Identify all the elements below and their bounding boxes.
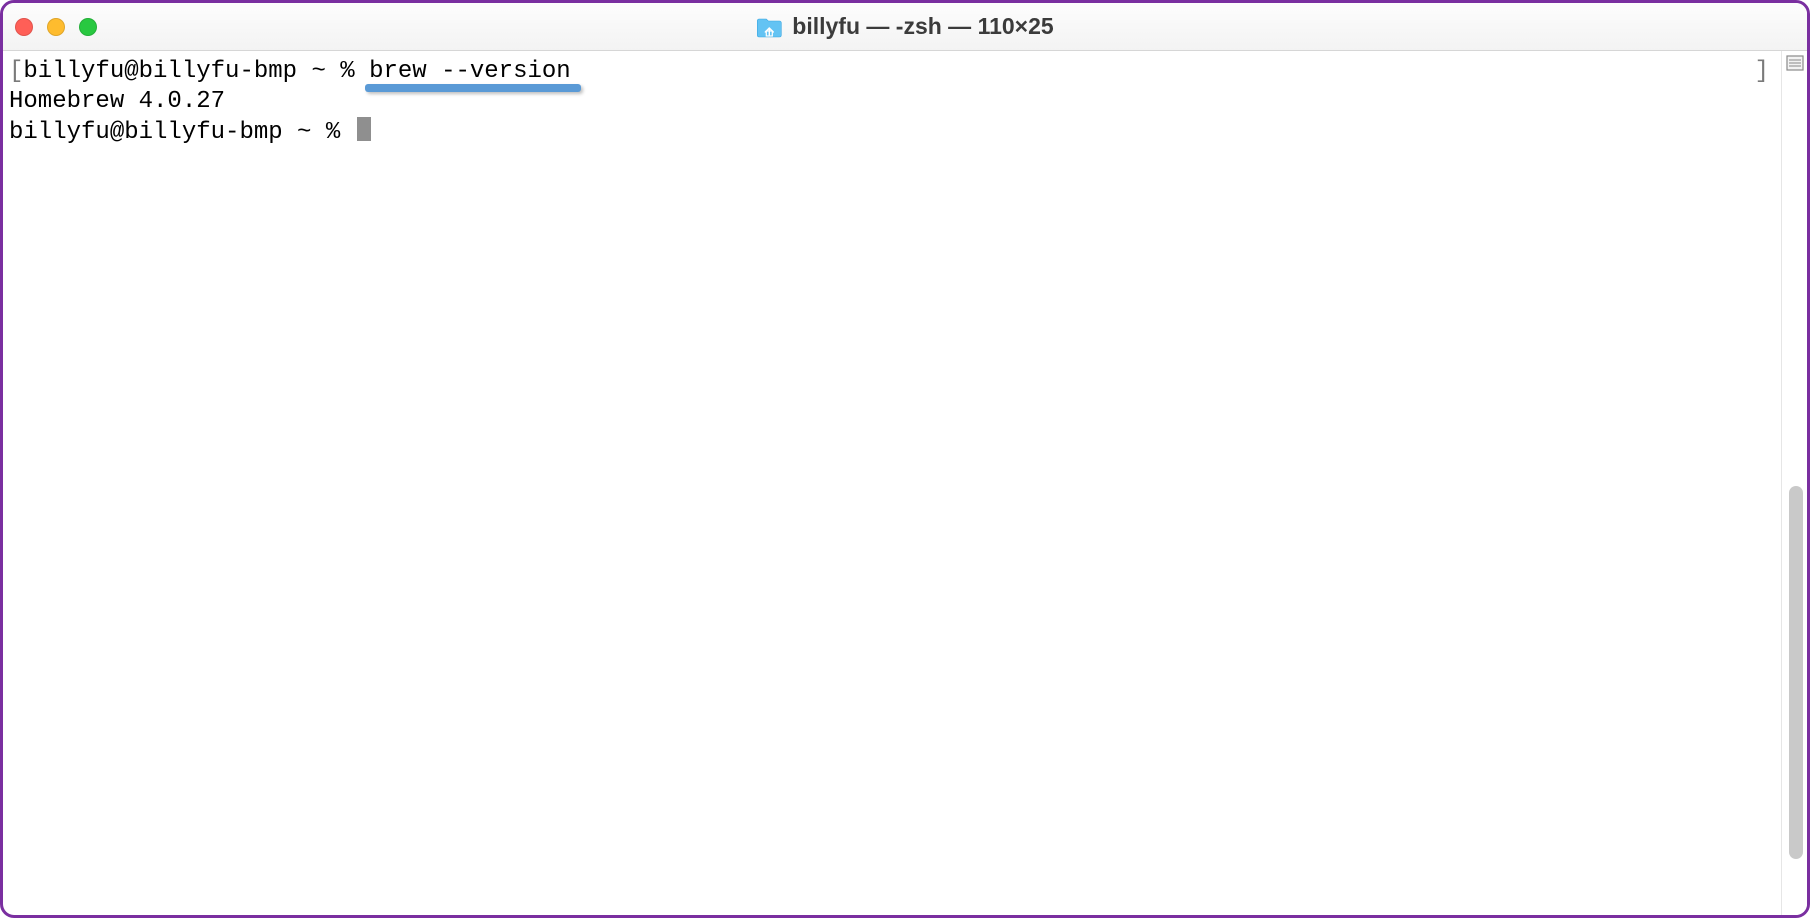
shell-command: brew --version bbox=[369, 58, 571, 85]
close-button[interactable] bbox=[15, 18, 33, 36]
terminal-window: billyfu — -zsh — 110×25 [billyfu@billyfu… bbox=[0, 0, 1810, 918]
shell-output-text: Homebrew 4.0.27 bbox=[9, 88, 225, 115]
scrollbar-thumb[interactable] bbox=[1789, 486, 1803, 860]
terminal-area: [billyfu@billyfu-bmp ~ % brew --version]… bbox=[3, 51, 1807, 915]
scrollbar-track[interactable] bbox=[1789, 79, 1803, 909]
terminal-content[interactable]: [billyfu@billyfu-bmp ~ % brew --version]… bbox=[3, 51, 1781, 915]
titlebar[interactable]: billyfu — -zsh — 110×25 bbox=[3, 3, 1807, 51]
terminal-cursor bbox=[357, 117, 371, 141]
terminal-output-line: Homebrew 4.0.27 bbox=[9, 87, 1775, 117]
minimize-button[interactable] bbox=[47, 18, 65, 36]
shell-prompt: billyfu@billyfu-bmp ~ % bbox=[23, 58, 369, 85]
bracket-close: ] bbox=[1755, 57, 1769, 87]
shell-prompt: billyfu@billyfu-bmp ~ % bbox=[9, 119, 355, 146]
traffic-lights bbox=[15, 18, 97, 36]
home-folder-icon bbox=[756, 16, 782, 38]
zoom-button[interactable] bbox=[79, 18, 97, 36]
terminal-prompt-line: billyfu@billyfu-bmp ~ % bbox=[9, 117, 1775, 148]
window-title-group: billyfu — -zsh — 110×25 bbox=[756, 13, 1053, 40]
alt-screen-icon bbox=[1786, 55, 1804, 71]
right-gutter bbox=[1781, 51, 1807, 915]
window-title: billyfu — -zsh — 110×25 bbox=[792, 13, 1053, 40]
terminal-prompt-line: [billyfu@billyfu-bmp ~ % brew --version] bbox=[9, 57, 1775, 87]
bracket-open: [ bbox=[9, 58, 23, 85]
